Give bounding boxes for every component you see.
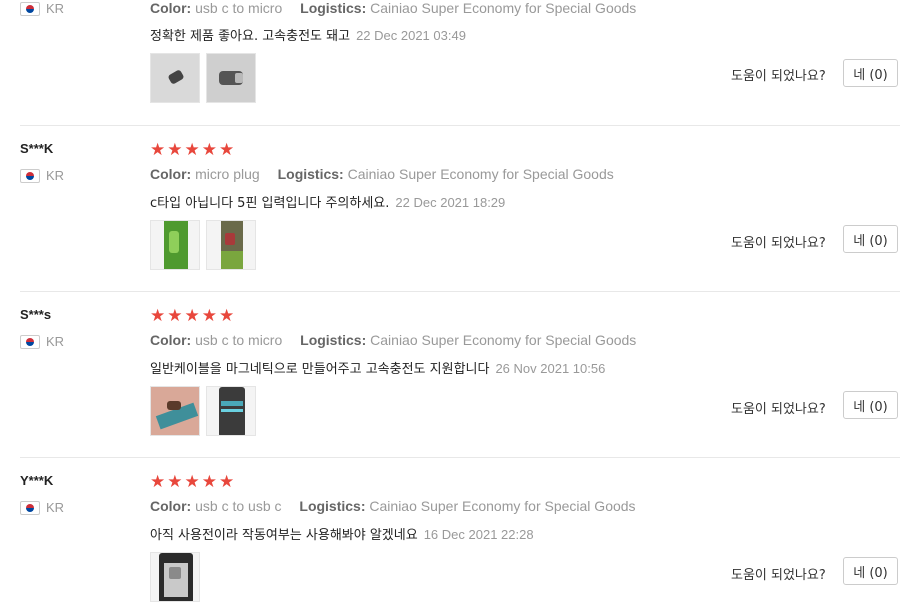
korea-flag-icon	[20, 168, 40, 183]
review-attributes: Color: usb c to usb c Logistics: Cainiao…	[150, 498, 636, 514]
review-date: 16 Dec 2021 22:28	[423, 527, 534, 542]
logistics-value: Cainiao Super Economy for Special Goods	[370, 0, 637, 16]
review-date: 22 Dec 2021 18:29	[395, 195, 506, 210]
review-divider	[20, 291, 900, 292]
star-icon: ★	[201, 472, 217, 491]
review-attributes: Color: usb c to micro Logistics: Cainiao…	[150, 0, 637, 16]
star-icon: ★	[167, 472, 183, 491]
review-photo-thumbnail[interactable]	[150, 53, 200, 103]
helpful-yes-button[interactable]: 네 (0)	[843, 59, 898, 87]
review-text: 아직 사용전이라 작동여부는 사용해봐야 알겠네요 16 Dec 2021 22:…	[150, 527, 534, 543]
review-photos	[150, 386, 256, 436]
reviewer-country: KR	[20, 500, 64, 515]
logistics-value: Cainiao Super Economy for Special Goods	[347, 166, 614, 182]
review-photos	[150, 552, 200, 602]
helpful-yes-button[interactable]: 네 (0)	[843, 391, 898, 419]
star-icon: ★	[219, 140, 235, 159]
review-attributes: Color: micro plug Logistics: Cainiao Sup…	[150, 166, 614, 182]
star-icon: ★	[201, 140, 217, 159]
color-value: usb c to micro	[195, 332, 283, 348]
review-photo-thumbnail[interactable]	[206, 53, 256, 103]
review-photo-thumbnail[interactable]	[150, 552, 200, 602]
review-divider	[20, 125, 900, 126]
logistics-value: Cainiao Super Economy for Special Goods	[369, 498, 636, 514]
korea-flag-icon	[20, 500, 40, 515]
helpful-label: 도움이 되었나요?	[731, 69, 826, 84]
star-rating: ★ ★ ★ ★ ★	[150, 472, 235, 491]
helpful-yes-button[interactable]: 네 (0)	[843, 225, 898, 253]
review-attributes: Color: usb c to micro Logistics: Cainiao…	[150, 332, 637, 348]
star-icon: ★	[150, 472, 166, 491]
color-value: usb c to usb c	[195, 498, 282, 514]
review-photo-thumbnail[interactable]	[150, 386, 200, 436]
star-icon: ★	[167, 140, 183, 159]
star-icon: ★	[219, 472, 235, 491]
review-photo-thumbnail[interactable]	[150, 220, 200, 270]
review-divider	[20, 457, 900, 458]
review-date: 26 Nov 2021 10:56	[495, 361, 606, 376]
reviewer-name: S***s	[20, 307, 52, 322]
helpful-label: 도움이 되었나요?	[731, 568, 826, 583]
helpful-yes-button[interactable]: 네 (0)	[843, 557, 898, 585]
star-icon: ★	[150, 140, 166, 159]
review-photo-thumbnail[interactable]	[206, 220, 256, 270]
review-photos	[150, 53, 256, 103]
color-value: micro plug	[195, 166, 260, 182]
star-icon: ★	[167, 306, 183, 325]
review-photo-thumbnail[interactable]	[206, 386, 256, 436]
logistics-value: Cainiao Super Economy for Special Goods	[370, 332, 637, 348]
reviewer-name: S***K	[20, 141, 54, 156]
review-text: 정확한 제품 좋아요. 고속충전도 돼고 22 Dec 2021 03:49	[150, 28, 466, 44]
star-rating: ★ ★ ★ ★ ★	[150, 306, 235, 325]
reviewer-country: KR	[20, 1, 64, 16]
korea-flag-icon	[20, 334, 40, 349]
star-icon: ★	[184, 140, 200, 159]
helpful-label: 도움이 되었나요?	[731, 236, 826, 251]
korea-flag-icon	[20, 1, 40, 16]
color-value: usb c to micro	[195, 0, 283, 16]
review-text: 일반케이블을 마그네틱으로 만들어주고 고속충전도 지원합니다 26 Nov 20…	[150, 361, 606, 377]
review-date: 22 Dec 2021 03:49	[356, 28, 466, 43]
star-icon: ★	[184, 306, 200, 325]
star-icon: ★	[184, 472, 200, 491]
review-text: c타입 아닙니다 5핀 입력입니다 주의하세요. 22 Dec 2021 18:2…	[150, 195, 506, 211]
review-photos	[150, 220, 256, 270]
star-rating: ★ ★ ★ ★ ★	[150, 140, 235, 159]
star-icon: ★	[201, 306, 217, 325]
star-icon: ★	[150, 306, 166, 325]
reviewer-country: KR	[20, 334, 64, 349]
reviewer-country: KR	[20, 168, 64, 183]
star-icon: ★	[219, 306, 235, 325]
reviewer-name: Y***K	[20, 473, 54, 488]
helpful-label: 도움이 되었나요?	[731, 402, 826, 417]
